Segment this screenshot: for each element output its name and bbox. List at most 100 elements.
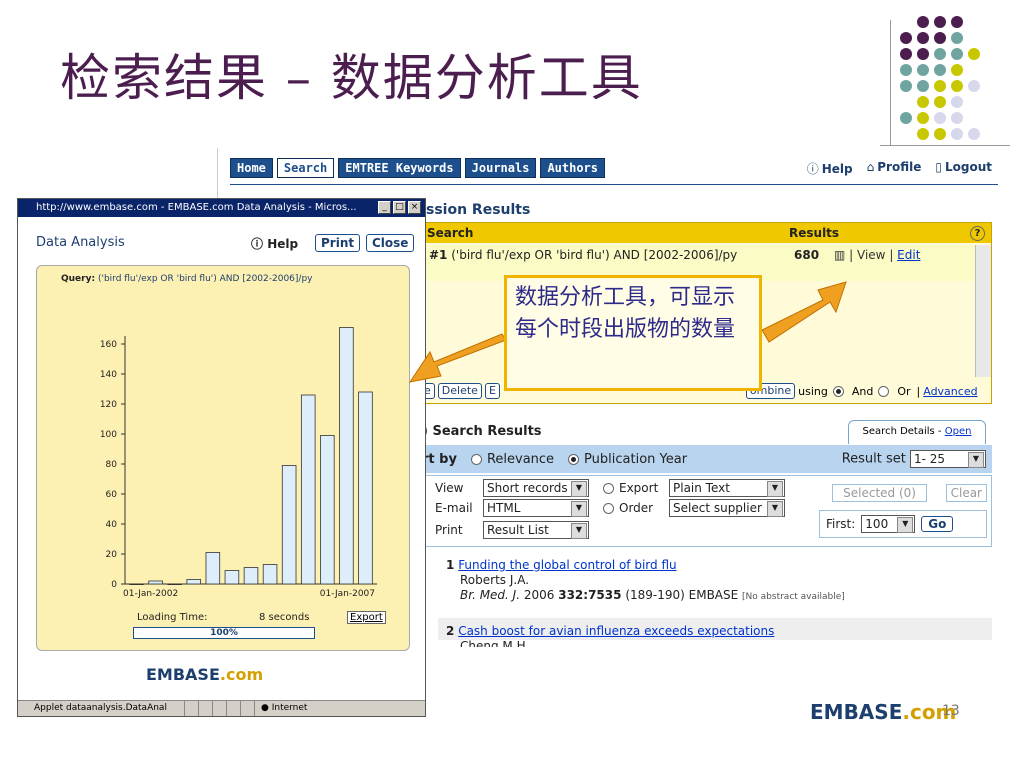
top-navigation: Home Search EMTREE Keywords Journals Aut…	[230, 158, 606, 178]
record-title-link[interactable]: Funding the global control of bird flu	[458, 558, 676, 572]
order-radio[interactable]	[603, 502, 614, 514]
nav-search-button[interactable]: Search	[276, 158, 335, 178]
decorative-dot	[951, 16, 963, 28]
decorative-dot	[917, 16, 929, 28]
search-details-tab[interactable]: Search Details - Open	[848, 420, 986, 444]
view-select[interactable]: Short records	[483, 479, 589, 497]
callout-box: 数据分析工具，可显示每个时段出版物的数量	[504, 275, 762, 391]
selected-button[interactable]: Selected (0)	[832, 484, 927, 502]
nav-emtree-button[interactable]: EMTREE Keywords	[338, 158, 461, 178]
profile-link[interactable]: ⌂ Profile	[867, 160, 922, 177]
edit-link[interactable]: Edit	[897, 248, 920, 262]
chart-icon[interactable]: ▥	[834, 248, 845, 262]
data-analysis-popup: http://www.embase.com - EMBASE.com Data …	[17, 198, 426, 717]
bar	[281, 465, 297, 585]
decorative-dot	[934, 128, 946, 140]
decorative-dot	[934, 16, 946, 28]
close-button[interactable]: Close	[366, 234, 415, 252]
advanced-link[interactable]: Advanced	[923, 385, 977, 398]
decorative-dot	[951, 80, 963, 92]
divider	[890, 20, 891, 145]
decorative-dot	[951, 48, 963, 60]
sort-label: rt by	[422, 451, 457, 467]
open-link[interactable]: Open	[945, 426, 972, 437]
page-number: 13	[942, 703, 960, 719]
bar	[205, 552, 221, 585]
decorative-dot	[951, 96, 963, 108]
bar	[224, 570, 240, 585]
export-select[interactable]: Plain Text	[669, 479, 785, 497]
first-records-box: First: 100 Go	[819, 510, 987, 538]
go-button[interactable]: Go	[921, 516, 954, 532]
y-tick-label: 40	[106, 520, 118, 530]
loading-time-label: Loading Time:	[137, 612, 208, 623]
sort-bar: rt by Relevance Publication Year Result …	[418, 445, 992, 473]
decorative-dot	[951, 112, 963, 124]
logout-link[interactable]: ▯ Logout	[935, 160, 992, 177]
bar	[358, 391, 373, 585]
maximize-icon[interactable]: □	[393, 201, 406, 214]
decorative-dot	[917, 48, 929, 60]
decorative-dot	[900, 80, 912, 92]
bar	[300, 394, 316, 585]
publications-bar-chart: 0 20 40 60 80 100 120 140 160 01-Jan-2002 01-Jan-2…	[100, 327, 377, 599]
order-select[interactable]: Select supplier	[669, 499, 785, 517]
decorative-dot	[917, 32, 929, 44]
pubyear-radio[interactable]	[568, 453, 580, 465]
history-query-number: #1	[429, 248, 448, 262]
x-tick-label: 01-Jan-2002	[123, 589, 178, 599]
profile-icon: ⌂	[866, 160, 875, 174]
logout-icon: ▯	[935, 160, 942, 174]
record-title-link[interactable]: Cash boost for avian influenza exceeds e…	[458, 624, 774, 638]
view-link[interactable]: View	[857, 248, 885, 262]
history-query: ('bird flu'/exp OR 'bird flu') AND [2002…	[451, 248, 738, 262]
session-results-title: ssion Results	[426, 202, 531, 218]
globe-icon: ●	[261, 703, 272, 713]
help-link[interactable]: ⓘ Help	[251, 235, 298, 252]
export-radio[interactable]	[603, 482, 614, 494]
bar	[148, 580, 163, 585]
result-set-select[interactable]: 1- 25	[910, 450, 986, 468]
history-result-count: 680	[794, 248, 820, 262]
bar	[262, 564, 278, 585]
y-tick-label: 60	[106, 490, 118, 500]
and-radio[interactable]	[832, 385, 844, 397]
help-icon[interactable]: ?	[970, 225, 985, 241]
using-label: using	[798, 384, 828, 398]
minimize-icon[interactable]: _	[378, 201, 391, 214]
help-link[interactable]: ⓘ Help	[807, 160, 853, 177]
chart-panel: Query: ('bird flu'/exp OR 'bird flu') AN…	[36, 265, 410, 651]
clear-button[interactable]: Clear	[945, 484, 987, 502]
print-select[interactable]: Result List	[483, 521, 589, 539]
decorative-dot	[917, 64, 929, 76]
nav-journals-button[interactable]: Journals	[464, 158, 537, 178]
nav-home-button[interactable]: Home	[230, 158, 273, 178]
bar	[129, 583, 144, 586]
decorative-dot	[968, 80, 980, 92]
loading-time-value: 8 seconds	[259, 612, 310, 623]
list-item: 1 Funding the global control of bird flu…	[446, 558, 845, 602]
or-radio[interactable]	[878, 385, 890, 397]
list-item: 2 Cash boost for avian influenza exceeds…	[446, 624, 775, 647]
decorative-dot	[951, 32, 963, 44]
decorative-dot	[900, 112, 912, 124]
x-tick-label: 01-Jan-2007	[320, 589, 375, 599]
y-tick-label: 160	[100, 340, 117, 350]
embase-logo: EMBASE.com	[810, 700, 957, 724]
y-tick-label: 120	[100, 400, 117, 410]
y-tick-label: 20	[106, 550, 118, 560]
close-icon[interactable]: ×	[408, 201, 421, 214]
nav-authors-button[interactable]: Authors	[540, 158, 606, 178]
history-button[interactable]: E	[484, 383, 500, 399]
history-header: Search Results ?	[419, 223, 991, 243]
export-button[interactable]: Export	[347, 611, 386, 624]
decorative-dot	[917, 128, 929, 140]
scrollbar[interactable]	[975, 245, 991, 377]
help-icon: ⓘ	[251, 237, 268, 251]
email-select[interactable]: HTML	[483, 499, 589, 517]
relevance-radio[interactable]	[470, 453, 482, 465]
first-select[interactable]: 100	[861, 515, 916, 533]
print-button[interactable]: Print	[315, 234, 361, 252]
y-tick-label: 80	[106, 460, 118, 470]
delete-button[interactable]: Delete	[437, 383, 482, 399]
